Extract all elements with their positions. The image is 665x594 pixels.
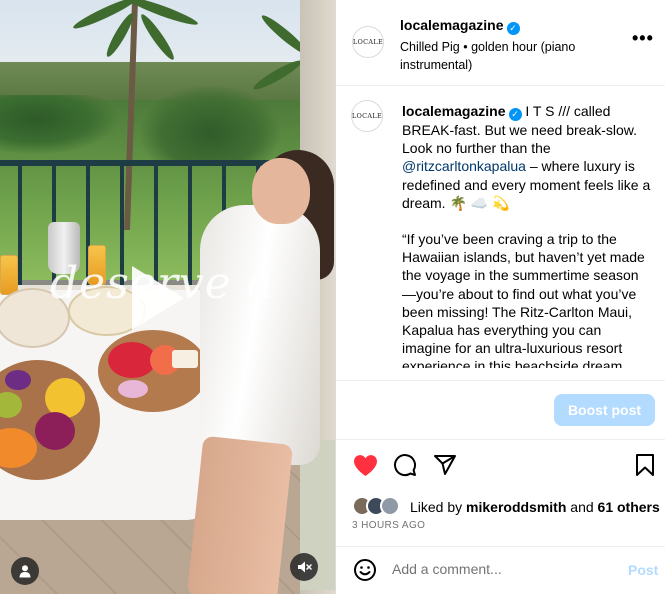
media-fruit (172, 350, 198, 368)
avatar-text: LOCALE (352, 38, 384, 46)
caption-username-link[interactable]: localemagazine (402, 103, 506, 119)
share-icon[interactable] (432, 452, 458, 478)
comment-input[interactable] (392, 561, 592, 577)
post-media[interactable]: deserve a (0, 0, 335, 594)
likes-others-link[interactable]: 61 others (598, 499, 660, 515)
speaker-glyph (298, 561, 312, 573)
post-details-panel: LOCALE localemagazine ✓ Chilled Pig • gol… (335, 0, 665, 594)
liker-avatar (380, 496, 400, 516)
action-bar (336, 450, 665, 482)
caption-scroll-area[interactable]: LOCALE localemagazine ✓ I T S /// called … (336, 86, 665, 368)
media-juice (0, 255, 18, 295)
post-timestamp[interactable]: 3 HOURS AGO (352, 520, 425, 531)
divider (336, 439, 665, 440)
share-glyph (434, 455, 456, 475)
media-fruit (5, 370, 31, 390)
media-person-face (252, 158, 310, 224)
emoji-glyph (354, 559, 376, 581)
comment-glyph (394, 454, 417, 477)
media-fruit (35, 412, 75, 450)
likes-middle: and (566, 499, 598, 515)
media-fruit (118, 380, 148, 398)
avatar[interactable]: LOCALE (352, 26, 384, 58)
bookmark-glyph (636, 454, 654, 476)
caption-paragraph: “If you’ve been craving a trip to the Ha… (402, 231, 645, 368)
liker-username-link[interactable]: mikeroddsmith (466, 499, 566, 515)
post-comment-button[interactable]: Post (628, 562, 658, 578)
avatar[interactable]: LOCALE (351, 100, 383, 132)
caption-emoji: 🌴 ☁️ 💫 (449, 194, 510, 211)
comment-box: Post (336, 547, 665, 594)
boost-post-button[interactable]: Boost post (554, 394, 655, 426)
media-trees (140, 85, 280, 165)
caption-text: localemagazine ✓ I T S /// called BREAK-f… (402, 102, 652, 368)
verified-badge-icon: ✓ (506, 22, 520, 35)
likes-summary: Liked by mikeroddsmith and 61 others (352, 496, 662, 518)
username-link[interactable]: localemagazine (400, 17, 504, 33)
divider (336, 380, 665, 381)
media-person-robe (200, 205, 320, 465)
audio-link[interactable]: Chilled Pig • golden hour (piano instrum… (400, 38, 620, 74)
post-author: localemagazine ✓ (400, 17, 520, 35)
more-options-icon[interactable]: ••• (632, 28, 654, 49)
person-glyph (19, 565, 31, 578)
person-icon[interactable] (11, 557, 39, 585)
heart-icon[interactable] (352, 452, 378, 478)
post-header: LOCALE localemagazine ✓ Chilled Pig • gol… (336, 0, 665, 86)
play-icon[interactable] (132, 266, 184, 330)
speaker-muted-icon[interactable] (290, 553, 318, 581)
avatar-text: LOCALE (351, 112, 383, 120)
verified-badge-icon: ✓ (508, 108, 522, 121)
comment-icon[interactable] (392, 452, 418, 478)
likes-prefix: Liked by (410, 499, 467, 515)
media-trees (0, 95, 120, 155)
media-person-legs (186, 435, 294, 594)
media-fruit (108, 342, 156, 378)
emoji-icon[interactable] (352, 557, 378, 583)
heart-glyph (353, 454, 377, 476)
bookmark-icon[interactable] (632, 452, 658, 478)
likes-text: Liked by mikeroddsmith and 61 others (410, 499, 660, 515)
caption-paragraph: localemagazine ✓ I T S /// called BREAK-f… (402, 102, 652, 212)
mention-link[interactable]: @ritzcarltonkapalua (402, 158, 526, 174)
